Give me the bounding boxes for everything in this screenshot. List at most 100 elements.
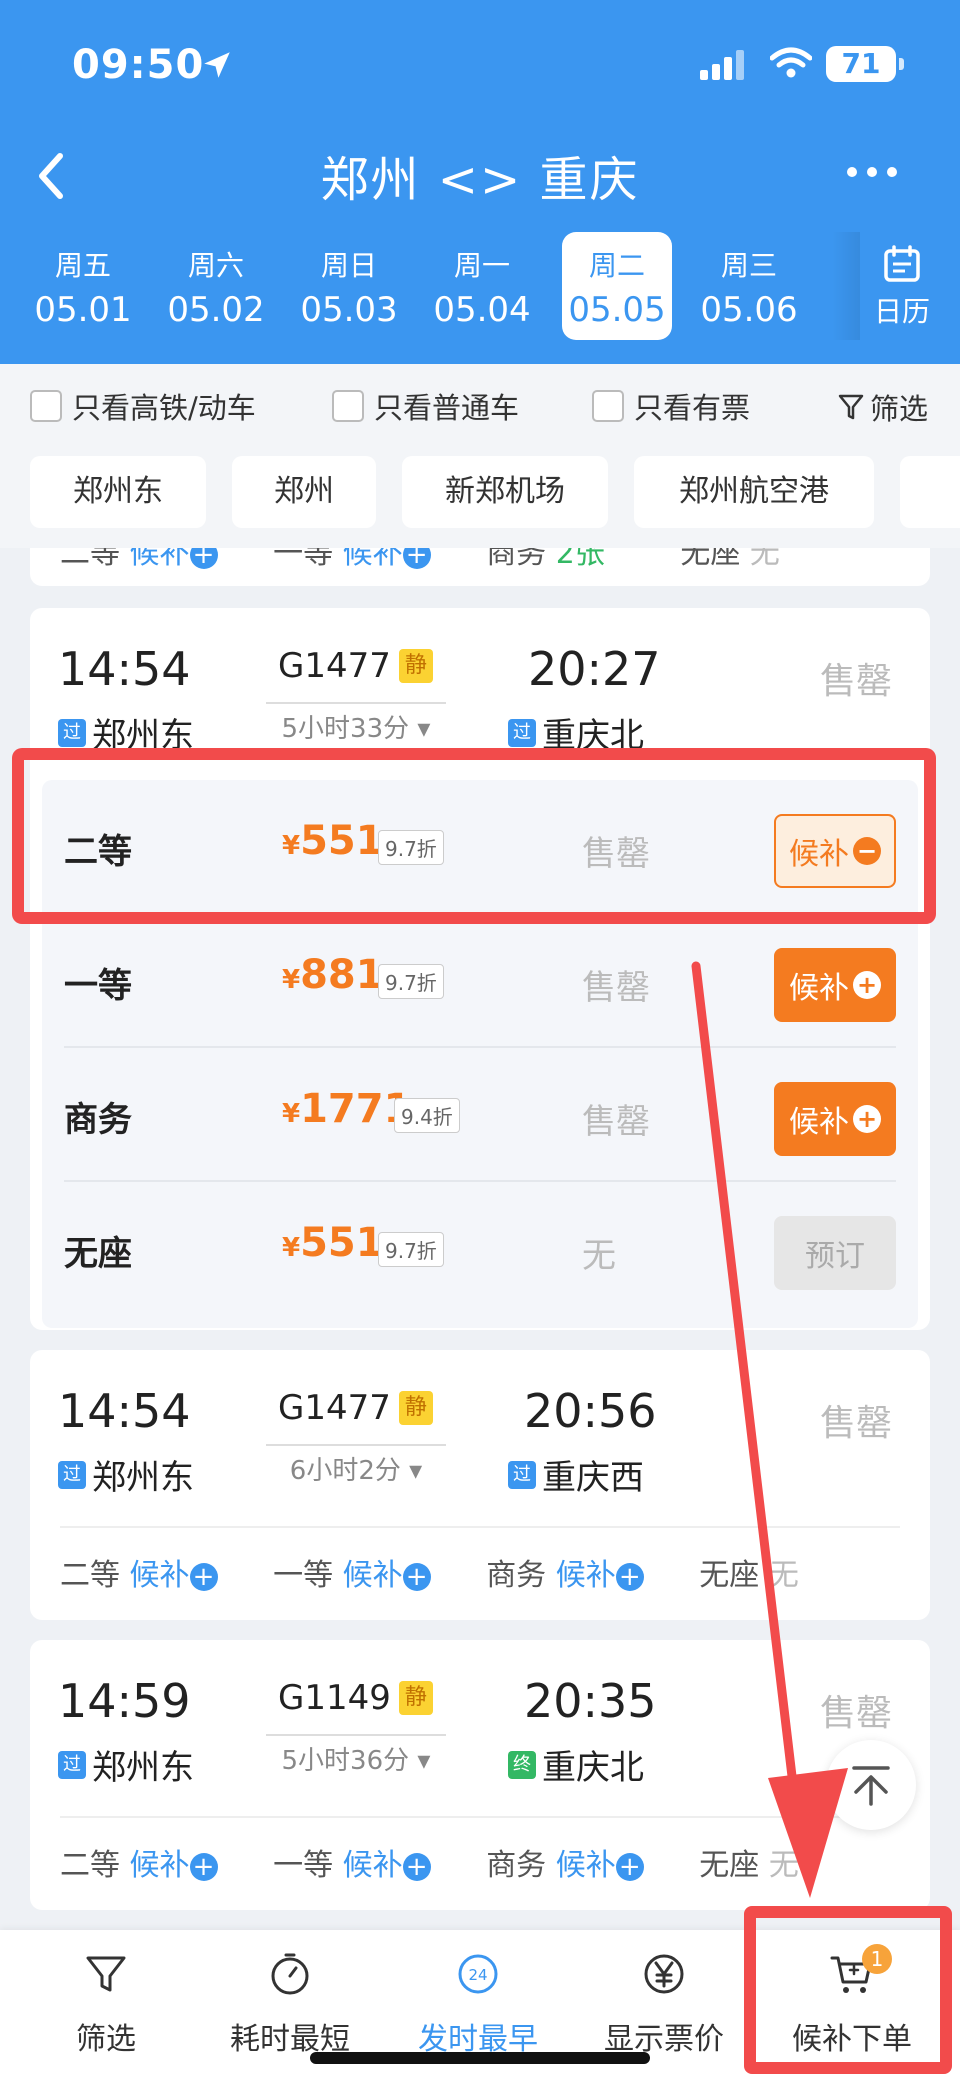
date-tab-0504[interactable]: 周一 05.04 xyxy=(427,232,537,340)
arrival-time: 20:27 xyxy=(528,642,661,696)
seat-price: ¥1771 xyxy=(282,1086,412,1132)
plus-icon: + xyxy=(402,548,431,569)
plus-icon: + xyxy=(853,971,881,999)
plus-icon: + xyxy=(402,1562,431,1591)
seat-row-business: 商务 ¥1771 9.4折 售罄 候补 + xyxy=(42,1048,918,1182)
duration[interactable]: 5小时36分 ▾ xyxy=(266,1734,446,1777)
arrival-station: 终重庆北 xyxy=(508,1740,644,1789)
date-tab-0505[interactable]: 周二 05.05 xyxy=(562,232,672,340)
waitlist-add-button[interactable]: 候补 + xyxy=(774,1082,896,1156)
arrival-time: 20:35 xyxy=(524,1674,657,1728)
station-chips: 郑州东 郑州 新郑机场 郑州航空港 xyxy=(0,448,960,548)
quiet-car-badge: 静 xyxy=(398,1681,433,1715)
station-chip-more[interactable] xyxy=(900,456,960,528)
status-time: 09:50 xyxy=(72,42,205,88)
plus-icon: + xyxy=(402,1852,431,1881)
train-number: G1477 静 xyxy=(278,646,433,686)
home-indicator xyxy=(310,2052,650,2064)
checkbox-box xyxy=(592,390,624,422)
departure-time: 14:54 xyxy=(58,1384,191,1438)
funnel-icon xyxy=(86,1956,126,1992)
train-card-g1149[interactable]: 14:59 G1149 静 20:35 售罄 过郑州东 5小时36分 ▾ 终重庆北… xyxy=(30,1640,930,1910)
date-tab-0502[interactable]: 周六 05.02 xyxy=(161,232,271,340)
seat-row-first-class: 一等 ¥881 9.7折 售罄 候补 + xyxy=(42,914,918,1048)
highlight-box-second-class xyxy=(12,748,936,924)
bottom-tab-show-price[interactable]: 显示票价 xyxy=(574,1950,754,2058)
discount-badge: 9.7折 xyxy=(378,1232,444,1267)
station-chip-xinzheng-airport[interactable]: 新郑机场 xyxy=(402,456,608,528)
plus-icon: + xyxy=(189,548,218,569)
nav-bar: 郑州 <> 重庆 xyxy=(0,130,960,230)
more-dots-icon[interactable] xyxy=(844,162,900,182)
filter-button[interactable]: 筛选 xyxy=(838,386,928,428)
waitlist-add-button[interactable]: 候补 + xyxy=(774,948,896,1022)
bottom-tab-earliest[interactable]: 24 发时最早 xyxy=(388,1950,568,2058)
arrival-station: 过重庆西 xyxy=(508,1450,644,1499)
discount-badge: 9.7折 xyxy=(378,964,444,999)
date-strip: 周五 05.01 周六 05.02 周日 05.03 周一 05.04 周二 05.05 … xyxy=(0,232,960,342)
seat-summary-line: 二等 候补 + 一等 候补 + 商务 2张 无座 无 xyxy=(60,548,780,572)
train-number: G1477 静 xyxy=(278,1388,433,1428)
quiet-car-badge: 静 xyxy=(398,1391,433,1425)
arrow-up-icon xyxy=(852,1766,890,1806)
cellular-signal-icon xyxy=(700,50,744,80)
funnel-icon xyxy=(838,394,864,420)
arrival-time: 20:56 xyxy=(524,1384,657,1438)
sold-out-label: 售罄 xyxy=(820,661,893,702)
bottom-tab-filter[interactable]: 筛选 xyxy=(16,1950,196,2058)
train-card-prev-partial: 二等 候补 + 一等 候补 + 商务 2张 无座 无 xyxy=(30,548,930,586)
discount-badge: 9.4折 xyxy=(394,1098,460,1133)
plus-icon: + xyxy=(189,1562,218,1591)
battery-indicator: 71 xyxy=(826,46,904,82)
sold-out-label: 售罄 xyxy=(820,1403,893,1444)
filter-putong-checkbox[interactable]: 只看普通车 xyxy=(332,386,519,426)
seat-row-no-seat: 无座 ¥551 9.7折 无 预订 xyxy=(42,1182,918,1316)
filter-row: 只看高铁/动车 只看普通车 只看有票 筛选 xyxy=(0,364,960,448)
seat-summary-line: 二等 候补 + 一等 候补 + 商务 候补 + 无座 无 xyxy=(60,1558,799,1593)
train-number: G1149 静 xyxy=(278,1678,433,1718)
plus-icon: + xyxy=(615,1562,644,1591)
duration[interactable]: 5小时33分 ▾ xyxy=(266,702,446,745)
header: 09:50 71 郑州 <> 重庆 周五 05.01 周六 05.02 周日 05.0… xyxy=(0,0,960,364)
bottom-tab-shortest[interactable]: 耗时最短 xyxy=(200,1950,380,2058)
quiet-car-badge: 静 xyxy=(398,649,433,683)
wifi-icon xyxy=(770,47,812,78)
seat-summary-line: 二等 候补 + 一等 候补 + 商务 候补 + 无座 无 xyxy=(60,1848,799,1883)
departure-station: 过郑州东 xyxy=(58,1740,194,1789)
plus-icon: + xyxy=(189,1852,218,1881)
checkbox-box xyxy=(332,390,364,422)
departure-time: 14:59 xyxy=(58,1674,191,1728)
date-tab-0506[interactable]: 周三 05.06 xyxy=(694,232,804,340)
card-divider xyxy=(60,1816,900,1818)
timer-icon xyxy=(271,1953,309,1995)
calendar-separator xyxy=(832,232,860,340)
train-card-g1477-b[interactable]: 14:54 G1477 静 20:56 售罄 过郑州东 6小时2分 ▾ 过重庆西 … xyxy=(30,1350,930,1620)
back-to-top-button[interactable] xyxy=(826,1740,916,1830)
station-chip-zhengzhoudong[interactable]: 郑州东 xyxy=(30,456,206,528)
yen-icon xyxy=(644,1954,684,1994)
highlight-box-waitlist-order xyxy=(744,1906,952,2074)
location-arrow-icon xyxy=(204,52,230,78)
checkbox-box xyxy=(30,390,62,422)
sold-out-label: 售罄 xyxy=(820,1693,893,1734)
plus-icon: + xyxy=(615,1852,644,1881)
departure-time: 14:54 xyxy=(58,642,191,696)
station-chip-zhengzhou[interactable]: 郑州 xyxy=(232,456,376,528)
card-divider xyxy=(60,1526,900,1528)
filter-gaotie-checkbox[interactable]: 只看高铁/动车 xyxy=(30,386,256,426)
filter-youpiao-checkbox[interactable]: 只看有票 xyxy=(592,386,750,426)
plus-icon: + xyxy=(853,1105,881,1133)
station-chip-hangkonggang[interactable]: 郑州航空港 xyxy=(634,456,874,528)
seat-price: ¥881 xyxy=(282,952,384,998)
calendar-button[interactable]: 日历 xyxy=(862,244,942,330)
book-button-disabled[interactable]: 预订 xyxy=(774,1216,896,1290)
status-bar: 09:50 71 xyxy=(0,0,960,130)
departure-station: 过郑州东 xyxy=(58,1450,194,1499)
clock-24-icon: 24 xyxy=(458,1954,498,1994)
svg-text:24: 24 xyxy=(468,1966,487,1984)
date-tab-0501[interactable]: 周五 05.01 xyxy=(28,232,138,340)
calendar-icon xyxy=(884,245,920,282)
date-tab-0503[interactable]: 周日 05.03 xyxy=(294,232,404,340)
page-title: 郑州 <> 重庆 xyxy=(320,152,640,208)
duration[interactable]: 6小时2分 ▾ xyxy=(266,1444,446,1487)
